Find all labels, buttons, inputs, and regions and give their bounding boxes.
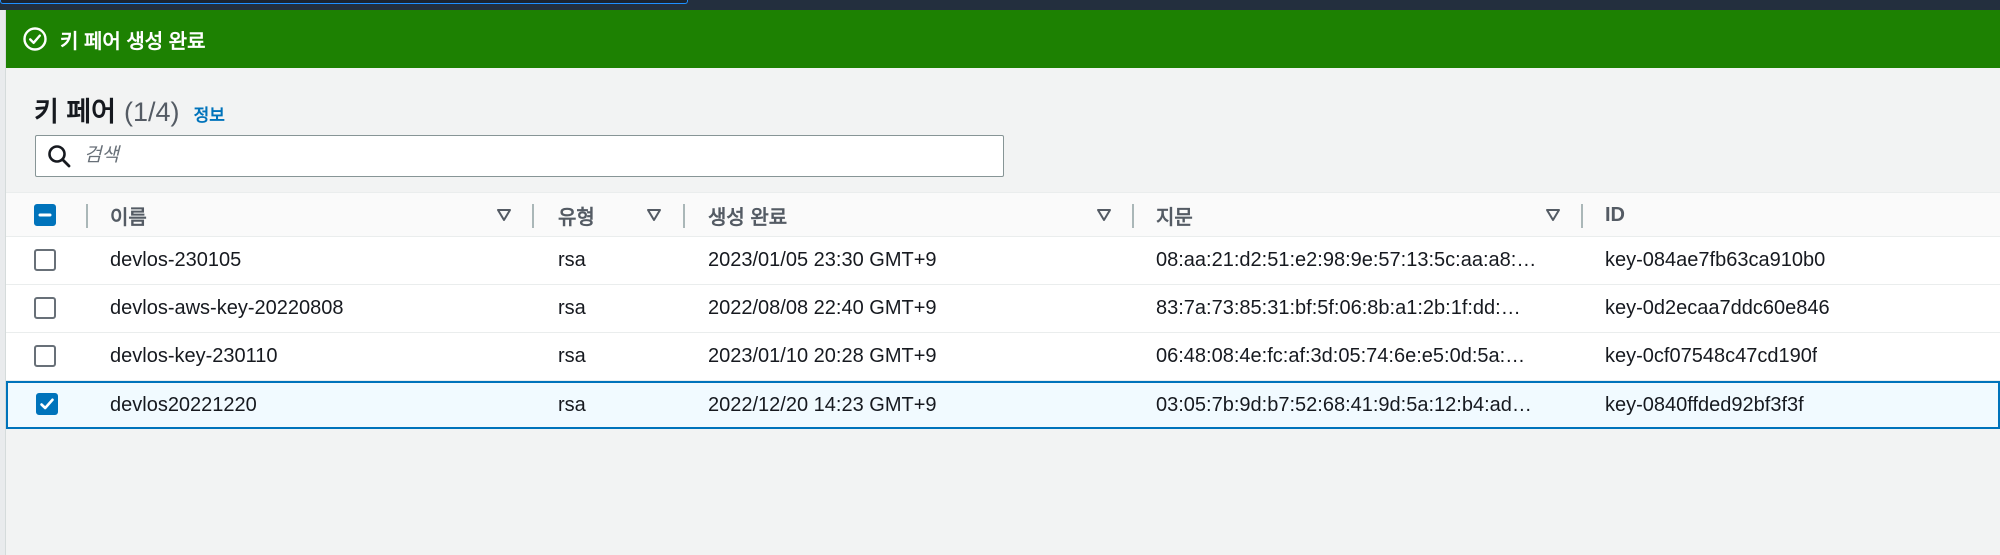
column-resize-handle[interactable]	[1581, 204, 1583, 228]
search-input[interactable]	[84, 145, 964, 167]
cell-fingerprint: 03:05:7b:9d:b7:52:68:41:9d:5a:12:b4:ad…	[1156, 393, 1532, 416]
selection-count: (1/4)	[124, 97, 180, 127]
search-box[interactable]	[35, 135, 1004, 177]
cell-id: key-0d2ecaa7ddc60e846	[1605, 297, 1830, 319]
sort-caret-icon[interactable]	[1096, 207, 1112, 223]
cell-fingerprint: 06:48:08:4e:fc:af:3d:05:74:6e:e5:0d:5a:…	[1156, 345, 1526, 367]
cell-name: devlos-230105	[110, 249, 242, 271]
cell-id: key-0cf07548c47cd190f	[1605, 345, 1818, 367]
sort-caret-icon[interactable]	[646, 207, 662, 223]
check-circle-icon	[22, 26, 48, 52]
cell-name: devlos-key-230110	[110, 345, 278, 367]
cell-name: devlos20221220	[110, 393, 257, 416]
cell-fingerprint: 83:7a:73:85:31:bf:5f:06:8b:a1:2b:1f:dd:…	[1156, 297, 1521, 319]
sort-caret-icon[interactable]	[1545, 207, 1561, 223]
cell-id: key-084ae7fb63ca910b0	[1605, 249, 1826, 271]
cell-type: rsa	[558, 249, 586, 271]
cell-created: 2022/08/08 22:40 GMT+9	[708, 297, 937, 319]
success-flash-bar: 키 페어 생성 완료	[6, 10, 2000, 68]
column-header-fingerprint[interactable]: 지문	[1156, 193, 1193, 238]
cell-name: devlos-aws-key-20220808	[110, 297, 344, 319]
flash-message: 키 페어 생성 완료	[60, 30, 206, 53]
table-header: 이름 유형 생성 완료 지문 ID	[6, 192, 2000, 237]
table-row-selected[interactable]: devlos20221220 rsa 2022/12/20 14:23 GMT+…	[6, 381, 2000, 429]
cell-fingerprint: 08:aa:21:d2:51:e2:98:9e:57:13:5c:aa:a8:…	[1156, 249, 1537, 271]
row-checkbox[interactable]	[34, 345, 56, 367]
column-header-created[interactable]: 생성 완료	[708, 193, 787, 238]
search-icon	[46, 143, 72, 169]
column-header-type[interactable]: 유형	[558, 193, 595, 238]
cell-type: rsa	[558, 393, 586, 416]
cell-id: key-0840ffded92bf3f3f	[1605, 393, 1804, 416]
row-checkbox[interactable]	[34, 297, 56, 319]
console-top-bar	[0, 0, 2000, 10]
key-pairs-table: 이름 유형 생성 완료 지문 ID devlos-230105 rsa 2023…	[6, 192, 2000, 429]
browser-tab-edge	[0, 0, 688, 4]
page-title: 키 페어	[34, 97, 117, 127]
column-resize-handle[interactable]	[532, 204, 534, 228]
column-resize-handle[interactable]	[1132, 204, 1134, 228]
info-link[interactable]: 정보	[194, 101, 225, 126]
cell-created: 2023/01/10 20:28 GMT+9	[708, 345, 937, 367]
key-pairs-panel: 키 페어 (1/4) 정보 이름 유형	[6, 68, 2000, 555]
cell-type: rsa	[558, 297, 586, 319]
table-row[interactable]: devlos-key-230110 rsa 2023/01/10 20:28 G…	[6, 333, 2000, 381]
row-checkbox[interactable]	[34, 249, 56, 271]
sort-caret-icon[interactable]	[496, 207, 512, 223]
column-resize-handle[interactable]	[683, 204, 685, 228]
cell-created: 2023/01/05 23:30 GMT+9	[708, 249, 937, 271]
cell-type: rsa	[558, 345, 586, 367]
column-divider	[86, 204, 88, 228]
table-row[interactable]: devlos-aws-key-20220808 rsa 2022/08/08 2…	[6, 285, 2000, 333]
panel-heading: 키 페어 (1/4) 정보	[34, 90, 225, 129]
row-checkbox-checked[interactable]	[36, 393, 58, 415]
cell-created: 2022/12/20 14:23 GMT+9	[708, 393, 937, 416]
column-header-name[interactable]: 이름	[110, 193, 147, 238]
select-all-checkbox[interactable]	[34, 204, 56, 226]
column-header-id[interactable]: ID	[1605, 193, 1625, 238]
table-row[interactable]: devlos-230105 rsa 2023/01/05 23:30 GMT+9…	[6, 237, 2000, 285]
